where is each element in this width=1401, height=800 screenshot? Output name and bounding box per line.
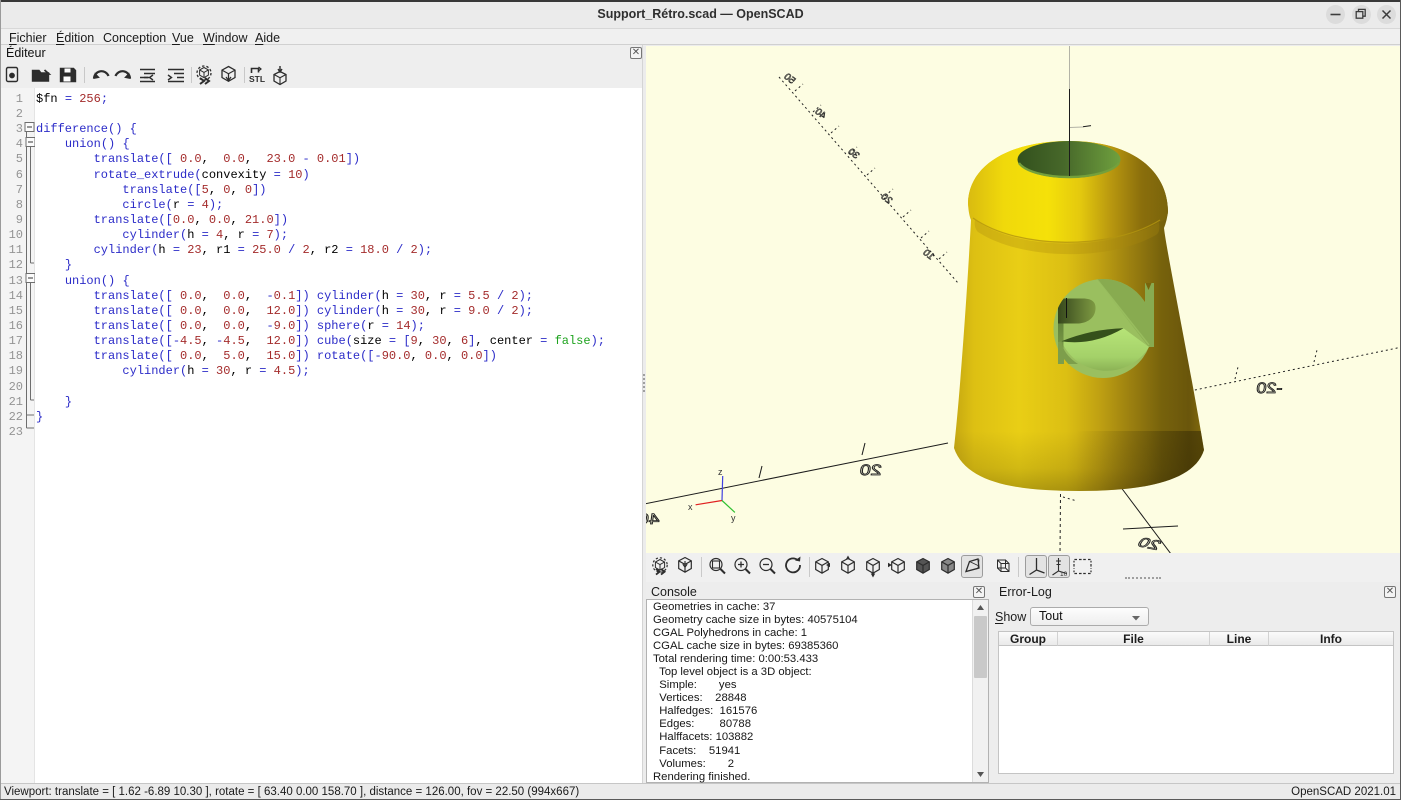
svg-text:z: z xyxy=(718,467,723,477)
svg-text:x: x xyxy=(688,502,693,512)
svg-text:20: 20 xyxy=(859,461,883,478)
svg-text:40: 40 xyxy=(646,510,661,527)
svg-text:10: 10 xyxy=(1060,571,1068,578)
svg-text:STL: STL xyxy=(249,74,265,84)
svg-text:-20: -20 xyxy=(1256,379,1284,396)
svg-text:y: y xyxy=(731,513,736,523)
